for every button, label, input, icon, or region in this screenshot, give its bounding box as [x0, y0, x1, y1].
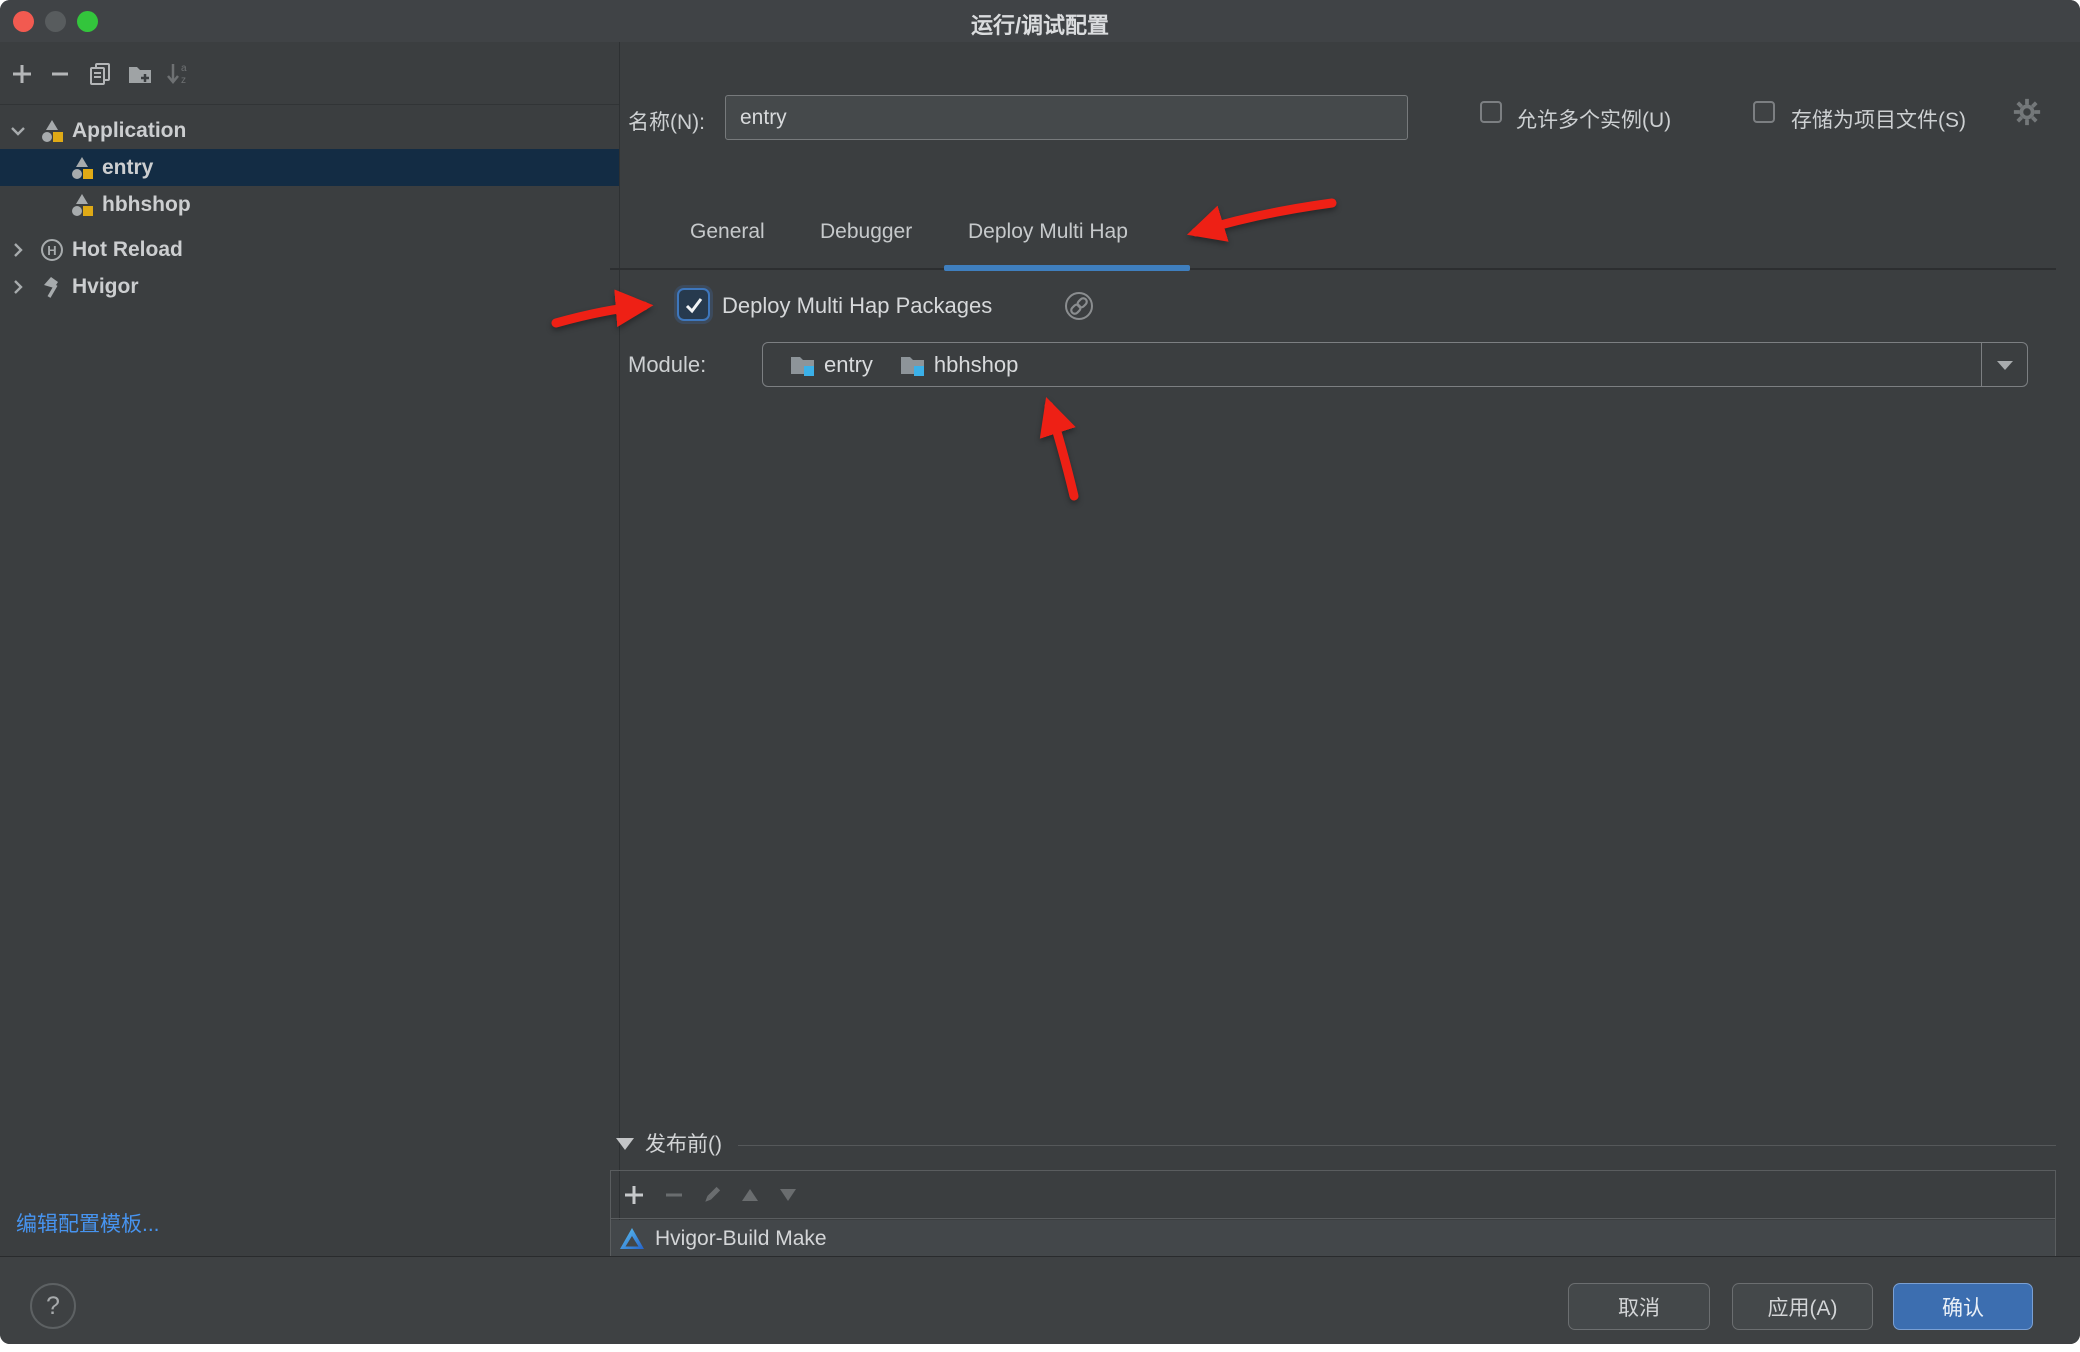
hvigor-logo-icon	[619, 1226, 645, 1252]
title-bar: 运行/调试配置	[0, 0, 2080, 42]
add-config-button[interactable]	[8, 60, 36, 88]
module-item-entry: entry	[789, 352, 873, 378]
arrow-to-deploy-tab	[1196, 203, 1332, 232]
before-launch-toolbar	[611, 1171, 2055, 1219]
move-down-button[interactable]	[775, 1182, 801, 1208]
gear-icon	[2012, 97, 2042, 127]
hot-reload-icon: H	[40, 238, 64, 262]
allow-multiple-checkbox[interactable]	[1480, 101, 1502, 123]
name-label: 名称(N):	[628, 106, 705, 136]
configurations-tree: Application entry hbhshop H Hot Reload H…	[0, 112, 619, 305]
deploy-help-link-button[interactable]	[1064, 291, 1094, 321]
tab-debugger[interactable]: Debugger	[820, 220, 912, 244]
deploy-multi-hap-label: Deploy Multi Hap Packages	[722, 293, 992, 319]
confirm-button[interactable]: 确认	[1893, 1283, 2033, 1330]
chevron-right-icon	[8, 240, 28, 260]
plus-icon	[11, 63, 33, 85]
svg-text:H: H	[47, 243, 56, 258]
svg-text:z: z	[181, 75, 186, 86]
new-folder-icon	[127, 62, 153, 86]
tree-item-label: entry	[102, 156, 153, 180]
svg-text:a: a	[181, 63, 187, 74]
tree-item-hot-reload[interactable]: H Hot Reload	[0, 231, 619, 268]
plus-icon	[623, 1184, 645, 1206]
down-arrow-icon	[778, 1187, 798, 1203]
run-debug-config-dialog: 运行/调试配置 az Application	[0, 0, 2080, 1344]
sort-az-icon: az	[165, 61, 191, 87]
allow-multiple-label: 允许多个实例(U)	[1516, 104, 1671, 134]
tree-item-label: Hot Reload	[72, 238, 183, 262]
before-launch-rule	[738, 1145, 2056, 1146]
module-label: Module:	[628, 352, 706, 378]
sidebar-toolbar: az	[0, 42, 619, 105]
active-tab-indicator	[944, 265, 1190, 271]
tree-item-label: hbhshop	[102, 193, 191, 217]
store-as-project-label: 存储为项目文件(S)	[1791, 104, 1966, 134]
tree-item-label: Hvigor	[72, 275, 139, 299]
cancel-button[interactable]: 取消	[1568, 1283, 1710, 1330]
before-launch-panel: Hvigor-Build Make	[610, 1170, 2056, 1256]
tree-item-entry[interactable]: entry	[0, 149, 619, 186]
before-launch-title: 发布前()	[645, 1128, 722, 1158]
edit-config-templates-link[interactable]: 编辑配置模板...	[16, 1208, 160, 1238]
before-launch-task-row[interactable]: Hvigor-Build Make	[611, 1220, 2055, 1257]
tree-item-hvigor[interactable]: Hvigor	[0, 268, 619, 305]
module-dropdown-button[interactable]	[1981, 343, 2027, 386]
new-folder-button[interactable]	[126, 60, 154, 88]
deploy-multi-hap-checkbox[interactable]	[677, 288, 710, 321]
tree-item-hbhshop[interactable]: hbhshop	[0, 186, 619, 223]
store-options-gear-button[interactable]	[2012, 97, 2042, 132]
pencil-icon	[700, 1183, 724, 1207]
copy-icon	[88, 62, 112, 86]
apply-button[interactable]: 应用(A)	[1732, 1283, 1873, 1330]
chevron-down-icon	[8, 121, 28, 141]
store-as-project-checkbox[interactable]	[1753, 101, 1775, 123]
module-combobox[interactable]: entry hbhshop	[762, 342, 2028, 387]
tab-deploy-multi-hap[interactable]: Deploy Multi Hap	[968, 220, 1128, 244]
remove-task-button[interactable]	[661, 1182, 687, 1208]
name-input[interactable]	[725, 95, 1408, 140]
application-config-icon	[70, 156, 94, 180]
add-task-button[interactable]	[621, 1182, 647, 1208]
up-arrow-icon	[740, 1187, 760, 1203]
window-title: 运行/调试配置	[0, 8, 2080, 40]
application-config-icon	[40, 119, 64, 143]
application-config-icon	[70, 193, 94, 217]
hammer-icon	[40, 275, 64, 299]
checkmark-icon	[682, 293, 706, 317]
arrow-to-module-field	[1049, 406, 1074, 496]
help-button[interactable]: ?	[30, 1283, 76, 1329]
module-folder-icon	[789, 353, 816, 377]
collapse-caret-icon[interactable]	[616, 1138, 634, 1150]
tree-item-application[interactable]: Application	[0, 112, 619, 149]
dropdown-arrow-icon	[1996, 359, 2014, 371]
minus-icon	[49, 63, 71, 85]
edit-task-button[interactable]	[699, 1182, 725, 1208]
task-label: Hvigor-Build Make	[655, 1227, 827, 1251]
move-up-button[interactable]	[737, 1182, 763, 1208]
module-item-hbhshop: hbhshop	[899, 352, 1018, 378]
copy-config-button[interactable]	[86, 60, 114, 88]
dialog-footer: ? 取消 应用(A) 确认	[0, 1256, 2080, 1344]
minus-icon	[663, 1184, 685, 1206]
remove-config-button[interactable]	[46, 60, 74, 88]
link-icon	[1064, 291, 1094, 321]
tab-general[interactable]: General	[690, 220, 765, 244]
tab-divider	[610, 268, 2056, 270]
tree-item-label: Application	[72, 119, 186, 143]
module-folder-icon	[899, 353, 926, 377]
configurations-sidebar: az Application entry hbhshop H Hot Reloa…	[0, 42, 620, 1256]
chevron-right-icon	[8, 277, 28, 297]
sort-configs-button[interactable]: az	[164, 60, 192, 88]
